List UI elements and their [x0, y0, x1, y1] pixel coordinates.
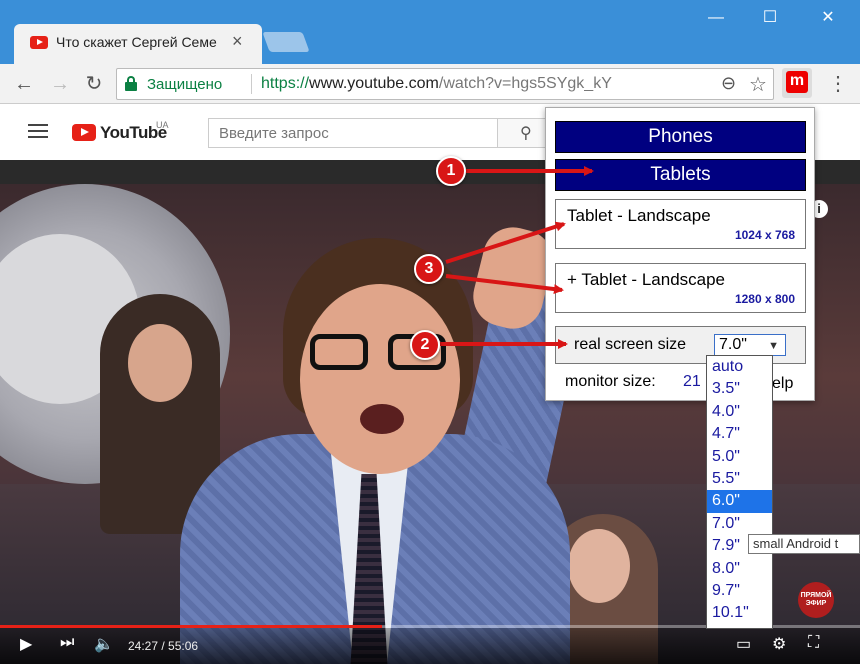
screen-size-dropdown-list: auto 3.5" 4.0" 4.7" 5.0" 5.5" 6.0" 7.0" 7.9" 8.0"… [706, 355, 773, 629]
browser-tab-active[interactable]: Что скажет Сергей Семе × [14, 24, 262, 64]
url-host: www.youtube.com [309, 75, 439, 92]
screen-size-option[interactable]: 9.7" [707, 580, 772, 602]
time-separator: / [158, 639, 169, 653]
option-resolution: 1024 x 768 [734, 228, 795, 242]
window-minimize-button[interactable]: — [702, 6, 730, 30]
fullscreen-icon[interactable]: ⛶ [808, 634, 819, 652]
url-path: /watch?v=hgs5SYgk_kY [438, 75, 612, 92]
time-current: 24:27 [128, 639, 159, 653]
tab-close-icon[interactable]: × [232, 31, 243, 52]
window-maximize-button[interactable]: ☐ [756, 6, 784, 30]
screen-size-option[interactable]: auto [707, 356, 772, 378]
option-label-orientation: Landscape [641, 270, 726, 289]
screen-size-option[interactable]: 7.0" [707, 513, 772, 535]
tablet-landscape-plus-option[interactable]: + Tablet - Landscape 1280 x 800 [555, 263, 806, 313]
screen-size-select[interactable]: 7.0" ▼ [714, 334, 786, 356]
youtube-favicon-icon [30, 36, 48, 49]
select-arrow-down-icon: ▼ [768, 340, 779, 352]
address-bar[interactable]: Защищено https://www.youtube.com/watch?v… [116, 68, 774, 100]
video-time: 24:27 / 55:06 [128, 639, 198, 653]
option-label-orientation: Landscape [627, 206, 711, 225]
option-label: Tablet - Landscape [567, 206, 711, 226]
play-icon[interactable]: ▶ [20, 634, 32, 654]
tab-title: Что скажет Сергей Семе [56, 34, 217, 50]
screen-size-selected-value: 7.0" [719, 336, 747, 353]
subtitles-icon[interactable]: ▭ [736, 634, 751, 654]
secure-label: Защищено [147, 76, 223, 93]
screen-size-option[interactable]: 8.0" [707, 558, 772, 580]
real-screen-size-label: real screen size [574, 336, 687, 353]
search-placeholder: Введите запрос [219, 125, 329, 142]
screen-size-option[interactable]: 3.5" [707, 378, 772, 400]
settings-gear-icon[interactable]: ⚙ [772, 634, 786, 654]
browser-titlebar: Что скажет Сергей Семе × — ☐ ✕ [0, 0, 860, 64]
youtube-search-input[interactable]: Введите запрос [208, 118, 498, 148]
help-link[interactable]: elp [772, 375, 793, 393]
screen-size-option[interactable]: 4.0" [707, 401, 772, 423]
extension-m-icon: m [786, 71, 808, 93]
url-separator [251, 74, 252, 94]
video-host-mouth [360, 404, 404, 434]
new-tab-button[interactable] [262, 32, 310, 52]
tablet-landscape-option[interactable]: Tablet - Landscape 1024 x 768 [555, 199, 806, 249]
option-label-prefix: + Tablet - [567, 270, 642, 289]
annotation-badge-2: 2 [410, 330, 440, 360]
screen-size-option[interactable]: 5.5" [707, 468, 772, 490]
volume-icon[interactable]: 🔈 [94, 634, 114, 654]
bookmark-star-icon[interactable]: ☆ [749, 72, 767, 97]
hamburger-menu-icon[interactable] [28, 124, 48, 138]
screenshot-root: Что скажет Сергей Семе × — ☐ ✕ ← → ↻ Защ… [0, 0, 860, 664]
category-tablets-button[interactable]: Tablets [555, 159, 806, 191]
url-scheme: https:// [261, 75, 310, 92]
annotation-badge-1: 1 [436, 156, 466, 186]
window-close-button[interactable]: ✕ [814, 6, 842, 30]
youtube-play-logo-icon [72, 124, 96, 141]
reload-icon[interactable]: ↻ [80, 70, 108, 98]
extension-popup: Phones Tablets Tablet - Landscape 1024 x… [545, 107, 815, 401]
back-arrow-icon[interactable]: ← [10, 70, 38, 98]
monitor-size-value[interactable]: 21 [683, 373, 701, 391]
option-resolution: 1280 x 800 [734, 292, 795, 306]
video-guest-left-face [128, 324, 192, 402]
extension-m-button[interactable]: m [782, 68, 812, 98]
forward-arrow-icon[interactable]: → [46, 70, 74, 98]
time-total: 55:06 [168, 639, 199, 653]
video-controls: ▶ ⏭ 🔈 24:27 / 55:06 ▭ ⚙ ⛶ [0, 628, 860, 664]
category-phones-button[interactable]: Phones [555, 121, 806, 153]
screen-size-option[interactable]: 10.1" [707, 602, 772, 624]
url-text[interactable]: https://www.youtube.com/watch?v=hgs5SYgk… [261, 75, 612, 93]
video-guest-right-face [568, 529, 630, 603]
browser-menu-icon[interactable]: ⋮ [828, 70, 848, 98]
option-label: + Tablet - Landscape [567, 270, 725, 290]
screen-size-option[interactable]: 6.0" [707, 490, 772, 513]
option-label-prefix: Tablet - [567, 206, 628, 225]
screen-size-option[interactable]: 4.7" [707, 423, 772, 445]
lock-icon [125, 76, 137, 91]
option-tooltip: small Android t [748, 534, 860, 554]
monitor-size-label: monitor size: [565, 373, 656, 390]
screen-size-option[interactable]: 5.0" [707, 446, 772, 468]
next-icon[interactable]: ⏭ [60, 634, 74, 652]
zoom-out-icon[interactable]: ⊖ [721, 73, 736, 94]
live-channel-badge: ПРЯМОЙ ЭФИР [798, 582, 834, 618]
annotation-badge-3: 3 [414, 254, 444, 284]
search-icon: ⚲ [520, 125, 532, 142]
youtube-region-label: UA [156, 120, 169, 130]
browser-toolbar: ← → ↻ Защищено https://www.youtube.com/w… [0, 64, 860, 104]
video-host-face [300, 284, 460, 474]
